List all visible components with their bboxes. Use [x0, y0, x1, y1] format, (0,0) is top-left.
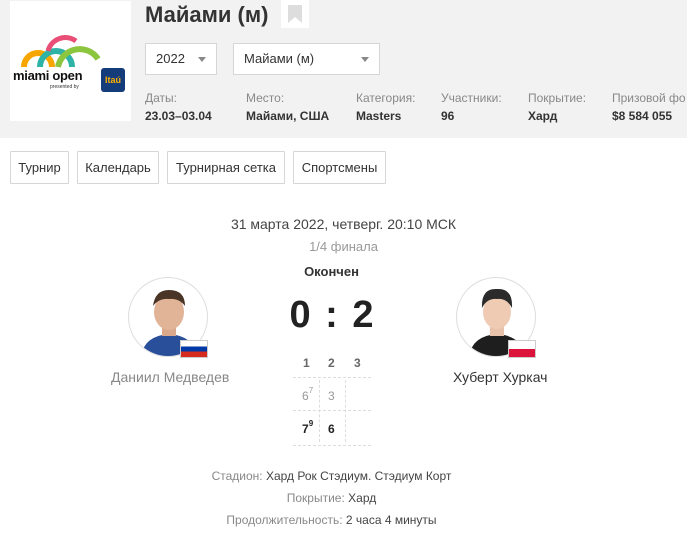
match-datetime: 31 марта 2022, четверг. 20:10 МСК: [230, 216, 457, 232]
player2-name[interactable]: Хуберт Хуркач: [453, 369, 547, 385]
match-status: Окончен: [304, 264, 359, 279]
year-select-value: 2022: [156, 51, 185, 66]
detail-label: Покрытие:: [286, 491, 345, 505]
p1-set-score: 67: [302, 386, 314, 403]
info-value: Хард: [528, 109, 558, 123]
info-label: Покрытие:: [528, 91, 587, 105]
bookmark-icon: [288, 5, 302, 23]
info-value: Masters: [356, 109, 402, 123]
info-label: Призовой фо: [612, 91, 686, 105]
info-label: Даты:: [145, 91, 177, 105]
divider: [293, 445, 371, 446]
year-select[interactable]: 2022: [145, 43, 217, 75]
logo-text: miami open: [13, 68, 83, 83]
match-surface: Покрытие: Хард: [0, 491, 663, 505]
info-label: Участники:: [441, 91, 502, 105]
tab-calendar[interactable]: Календарь: [77, 151, 159, 184]
info-label: Место:: [246, 91, 285, 105]
match-round: 1/4 финала: [309, 239, 378, 254]
info-surface: Покрытие: Хард: [528, 91, 586, 123]
games: 6: [328, 422, 335, 436]
miami-open-arcs-icon: [21, 35, 101, 68]
tab-bracket[interactable]: Турнирная сетка: [167, 151, 285, 184]
bookmark-button[interactable]: [281, 0, 309, 28]
detail-value: 2 часа 4 минуты: [345, 513, 437, 527]
chevron-down-icon: [361, 57, 369, 62]
divider: [319, 380, 320, 442]
match-duration: Продолжительность: 2 часа 4 минуты: [0, 513, 663, 527]
detail-value: Хард Рок Стэдиум. Стэдиум Корт: [265, 469, 452, 483]
tab-players[interactable]: Спортсмены: [293, 151, 386, 184]
info-value: 23.03–03.04: [145, 109, 212, 123]
tournament-select-value: Майами (м): [244, 51, 315, 66]
info-value: Майами, США: [246, 109, 330, 123]
divider: [293, 377, 371, 378]
detail-label: Стадион:: [211, 469, 263, 483]
info-prize: Призовой фо $8 584 055: [612, 91, 686, 123]
page-title: Майами (м): [145, 2, 269, 27]
sponsor-logo: Itaú: [101, 68, 125, 92]
tiebreak: 7: [308, 386, 314, 395]
tournament-logo: miami open presented by Itaú: [10, 1, 131, 121]
games: 7: [302, 422, 309, 436]
info-place: Место: Майами, США: [246, 91, 329, 123]
divider: [345, 380, 346, 442]
match-stadium: Стадион: Хард Рок Стэдиум. Стэдиум Корт: [0, 469, 663, 483]
player1-name[interactable]: Даниил Медведев: [111, 369, 229, 385]
games: 3: [328, 389, 335, 403]
info-category: Категория: Masters: [356, 91, 415, 123]
chevron-down-icon: [198, 57, 206, 62]
logo-presented-text: presented by: [50, 84, 79, 90]
russia-flag-icon: [180, 340, 208, 358]
p2-set-score: 6: [328, 422, 335, 436]
info-value: $8 584 055: [612, 109, 673, 123]
tournament-header: miami open presented by Itaú Майами (м) …: [0, 0, 687, 138]
set-header: 1: [303, 356, 310, 370]
tournament-select[interactable]: Майами (м): [233, 43, 380, 75]
p2-set-score: 79: [302, 419, 314, 436]
info-value: 96: [441, 109, 455, 123]
match-score: 0 : 2: [289, 294, 376, 336]
p1-set-score: 3: [328, 389, 335, 403]
info-dates: Даты: 23.03–03.04: [145, 91, 212, 123]
games: 6: [302, 389, 309, 403]
tab-tournament[interactable]: Турнир: [10, 151, 69, 184]
detail-value: Хард: [348, 491, 377, 505]
poland-flag-icon: [508, 340, 536, 358]
tiebreak: 9: [308, 419, 314, 428]
set-header: 2: [328, 356, 335, 370]
divider: [293, 410, 371, 411]
detail-label: Продолжительность:: [226, 513, 343, 527]
info-label: Категория:: [356, 91, 416, 105]
set-header: 3: [354, 356, 361, 370]
info-participants: Участники: 96: [441, 91, 502, 123]
